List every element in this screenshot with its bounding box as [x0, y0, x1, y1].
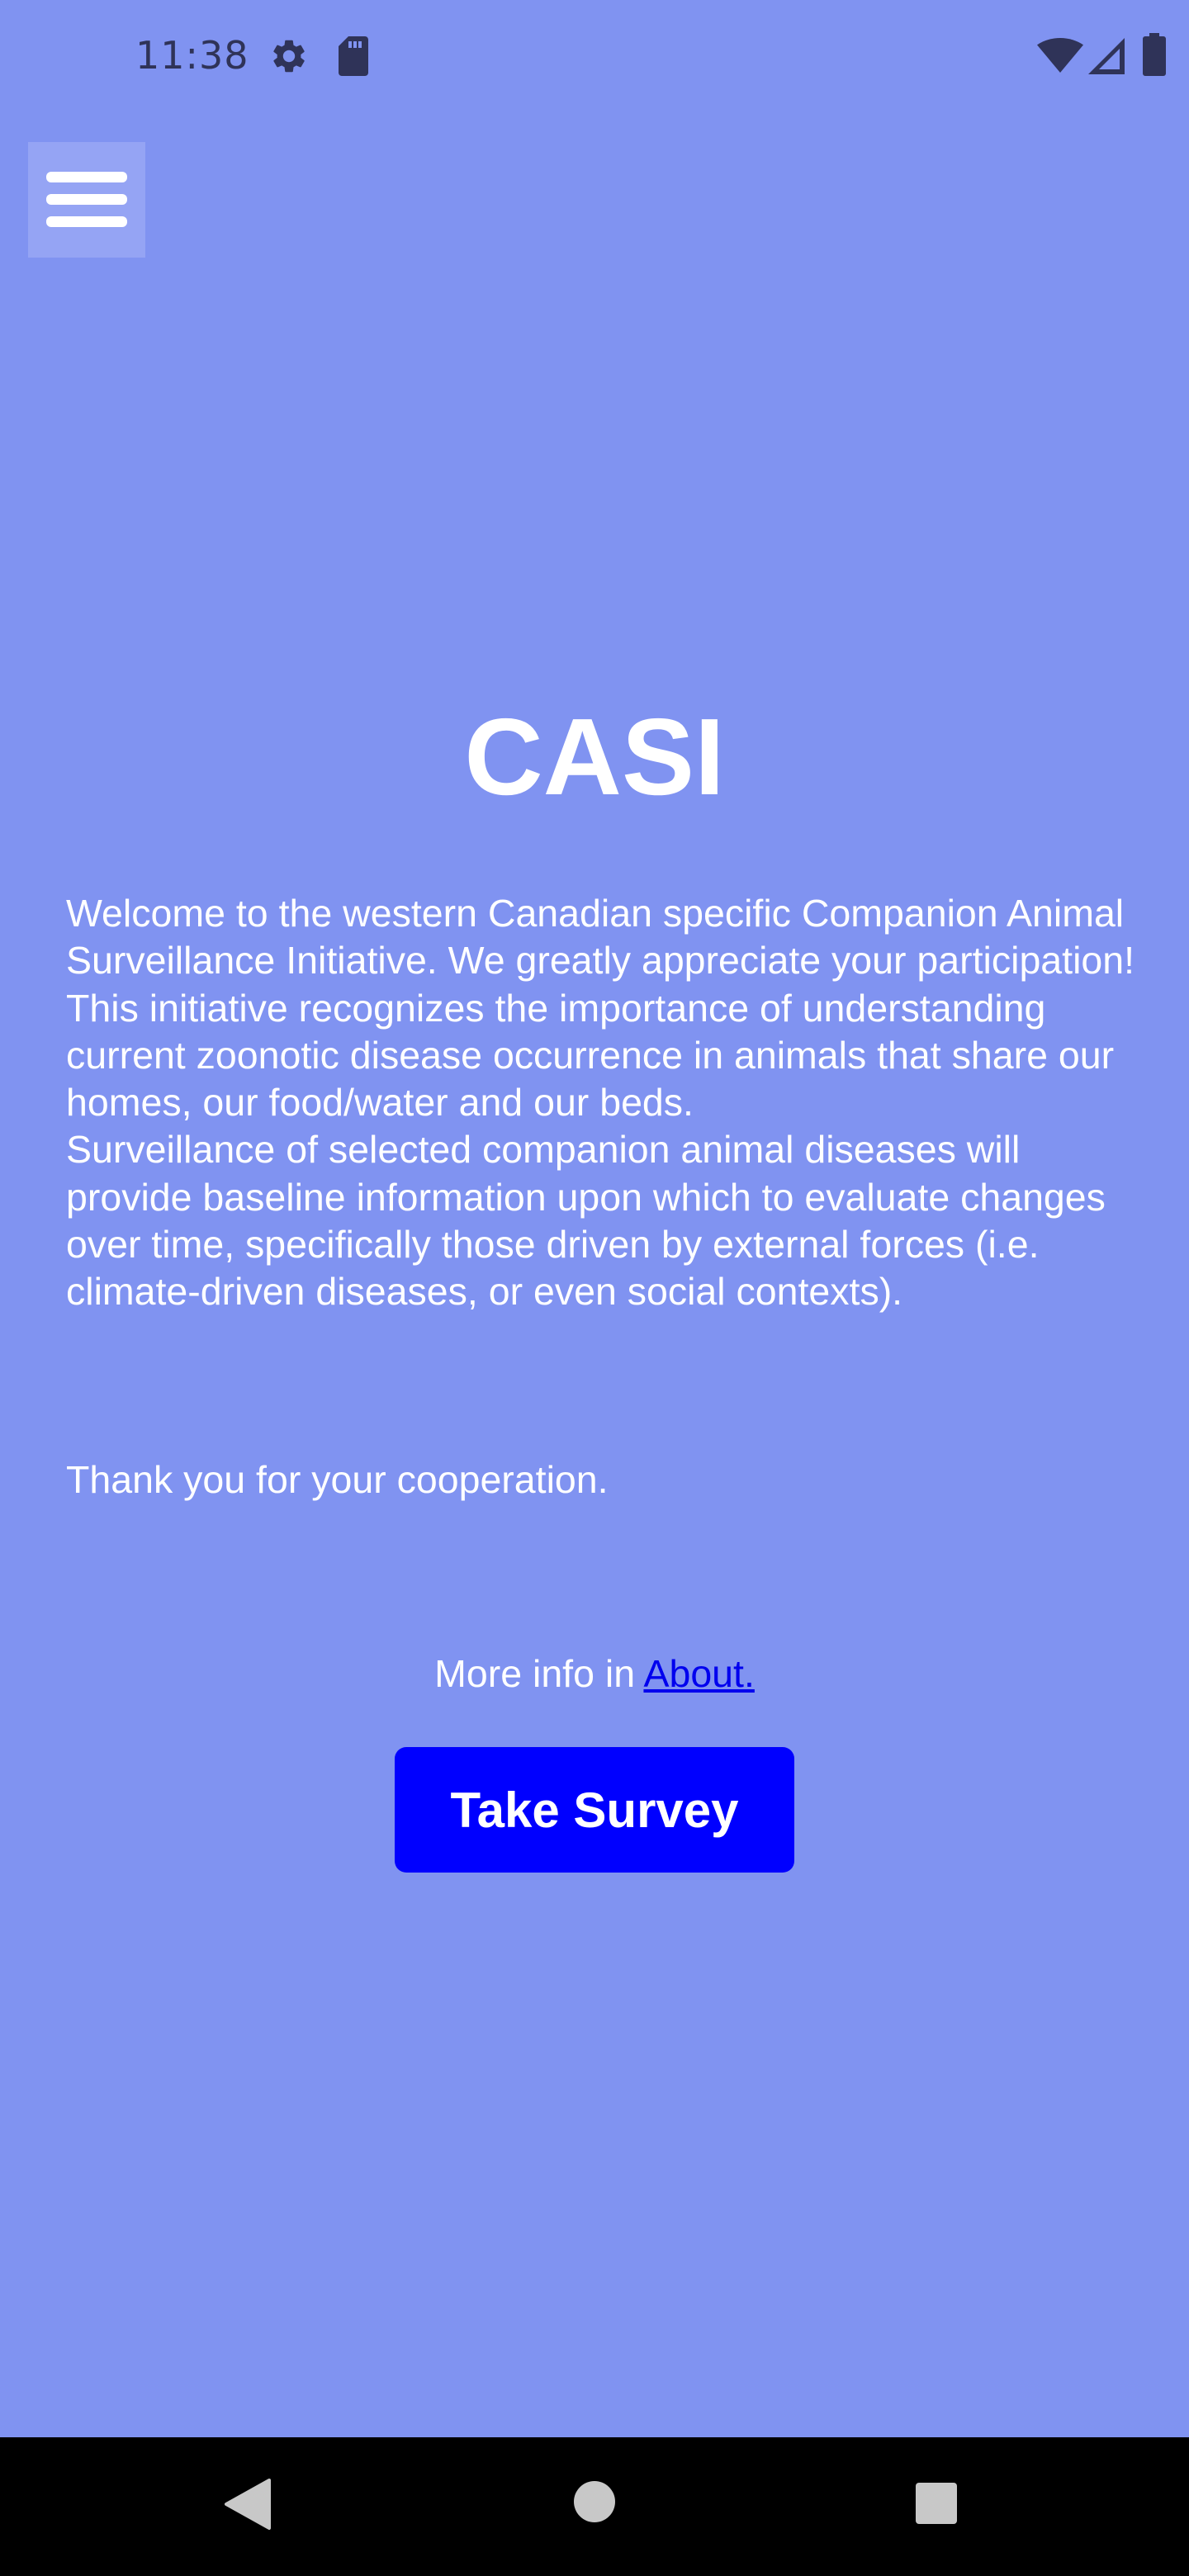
app-screen: 11:38 CASI Welcome to the western Canadi… [0, 0, 1189, 2576]
intro-paragraph-initiative: This initiative recognizes the importanc… [66, 986, 1115, 1125]
about-link[interactable]: About. [643, 1652, 754, 1695]
system-nav-bar [0, 2437, 1189, 2576]
status-time: 11:38 [135, 33, 249, 78]
back-icon[interactable] [223, 2477, 272, 2531]
wifi-icon [1037, 38, 1083, 73]
more-info-line: More info in About. [0, 1650, 1189, 1698]
status-bar: 11:38 [0, 0, 1189, 112]
intro-paragraph-welcome: Welcome to the western Canadian specific… [66, 892, 1135, 983]
thanks-text: Thank you for your cooperation. [66, 1458, 609, 1501]
hamburger-menu-button[interactable] [28, 142, 145, 258]
battery-icon [1143, 33, 1166, 76]
sd-card-icon [339, 36, 368, 76]
intro-paragraph-surveillance: Surveillance of selected companion anima… [66, 1128, 1106, 1314]
home-icon[interactable] [573, 2480, 616, 2523]
more-info-prefix: More info in [434, 1652, 644, 1695]
page-title: CASI [464, 696, 725, 817]
signal-icon [1088, 38, 1125, 74]
take-survey-button[interactable]: Take Survey [395, 1747, 794, 1873]
intro-text: Welcome to the western Canadian specific… [66, 890, 1139, 1316]
recents-icon[interactable] [915, 2482, 958, 2525]
gear-icon [273, 40, 305, 73]
